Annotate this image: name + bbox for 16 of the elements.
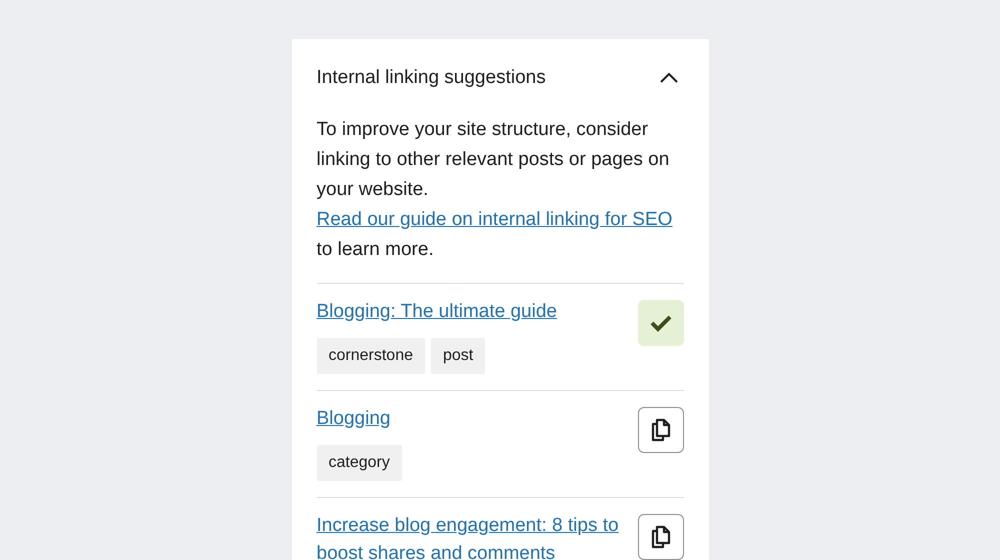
suggestion-link[interactable]: Blogging	[316, 405, 402, 433]
linked-button[interactable]	[638, 300, 684, 346]
suggestion-link[interactable]: Blogging: The ultimate guide	[316, 298, 557, 326]
checkmark-icon	[650, 314, 672, 332]
copy-icon	[650, 418, 672, 442]
chevron-icon	[658, 71, 680, 85]
copy-icon	[650, 525, 672, 549]
suggestion-link[interactable]: Increase blog engagement: 8 tips to boost shares and comments	[316, 512, 628, 560]
panel-title: Internal linking suggestions	[316, 67, 546, 89]
copy-button[interactable]	[638, 514, 684, 560]
tag: post	[431, 338, 486, 374]
copy-button[interactable]	[638, 407, 684, 453]
tag: cornerstone	[316, 338, 425, 374]
guide-link[interactable]: Read our guide on internal linking for SEO	[316, 209, 672, 230]
intro-paragraph: To improve your site structure, consider linking to other relevant posts or pages on your website. Read our guide on internal linking for SEO to learn more.	[316, 115, 684, 284]
tag: category	[316, 445, 402, 481]
